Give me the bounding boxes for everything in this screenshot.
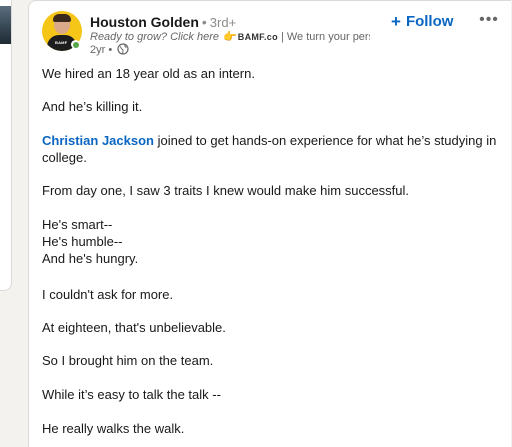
tagline-suffix: | We turn your perso... bbox=[280, 31, 370, 43]
author-avatar-wrap[interactable]: BAMF bbox=[42, 11, 82, 51]
mention-link[interactable]: Christian Jackson bbox=[42, 133, 154, 148]
post-age: 2yr bbox=[90, 44, 106, 56]
post-meta: 2yr • bbox=[90, 43, 129, 59]
author-name[interactable]: Houston Golden bbox=[90, 14, 199, 30]
connection-degree: 3rd+ bbox=[209, 15, 237, 30]
post-line-mention: Christian Jackson joined to get hands-on… bbox=[42, 132, 496, 149]
author-tagline[interactable]: Ready to grow? Click here 👉BAMF.co | We … bbox=[90, 30, 370, 44]
tagline-prefix: Ready to grow? Click here bbox=[90, 31, 220, 43]
sidebar-thumbnail[interactable] bbox=[0, 6, 11, 44]
author-line: Houston Golden • 3rd+ bbox=[90, 14, 236, 31]
follow-label: Follow bbox=[405, 12, 454, 30]
post-line: I couldn't ask for more. bbox=[42, 287, 174, 302]
feed-post-card: BAMF Houston Golden • 3rd+ Ready to grow? … bbox=[28, 0, 511, 447]
avatar-shirt-text: BAMF bbox=[55, 40, 68, 45]
post-line: college. bbox=[42, 150, 87, 165]
post-line-rest: joined to get hands-on experience for wh… bbox=[154, 133, 497, 148]
post-line: We hired an 18 year old as an intern. bbox=[42, 66, 255, 81]
author-separator: • bbox=[201, 14, 207, 30]
post-line: From day one, I saw 3 traits I knew woul… bbox=[42, 183, 410, 198]
globe-icon bbox=[117, 43, 129, 59]
post-line: He's smart-- bbox=[42, 217, 113, 232]
post-line: He really walks the walk. bbox=[42, 421, 185, 436]
avatar-hair bbox=[53, 14, 71, 22]
post-line: At eighteen, that's unbelievable. bbox=[42, 320, 226, 335]
post-line: And he’s killing it. bbox=[42, 99, 143, 114]
meta-separator: • bbox=[108, 44, 113, 56]
plus-icon: + bbox=[391, 11, 401, 31]
follow-button[interactable]: + Follow bbox=[391, 11, 453, 31]
more-icon[interactable]: ••• bbox=[477, 10, 501, 30]
post-line: So I brought him on the team. bbox=[42, 353, 214, 368]
left-sidebar-card bbox=[0, 0, 12, 291]
post-line: He's humble-- bbox=[42, 234, 123, 249]
post-line: While it’s easy to talk the talk -- bbox=[42, 387, 221, 402]
post-line: And he's hungry. bbox=[42, 251, 139, 266]
bamf-brand-text: BAMF.co bbox=[237, 32, 278, 42]
online-status-icon bbox=[71, 40, 80, 49]
pointing-hand-icon: 👉 bbox=[223, 31, 237, 43]
